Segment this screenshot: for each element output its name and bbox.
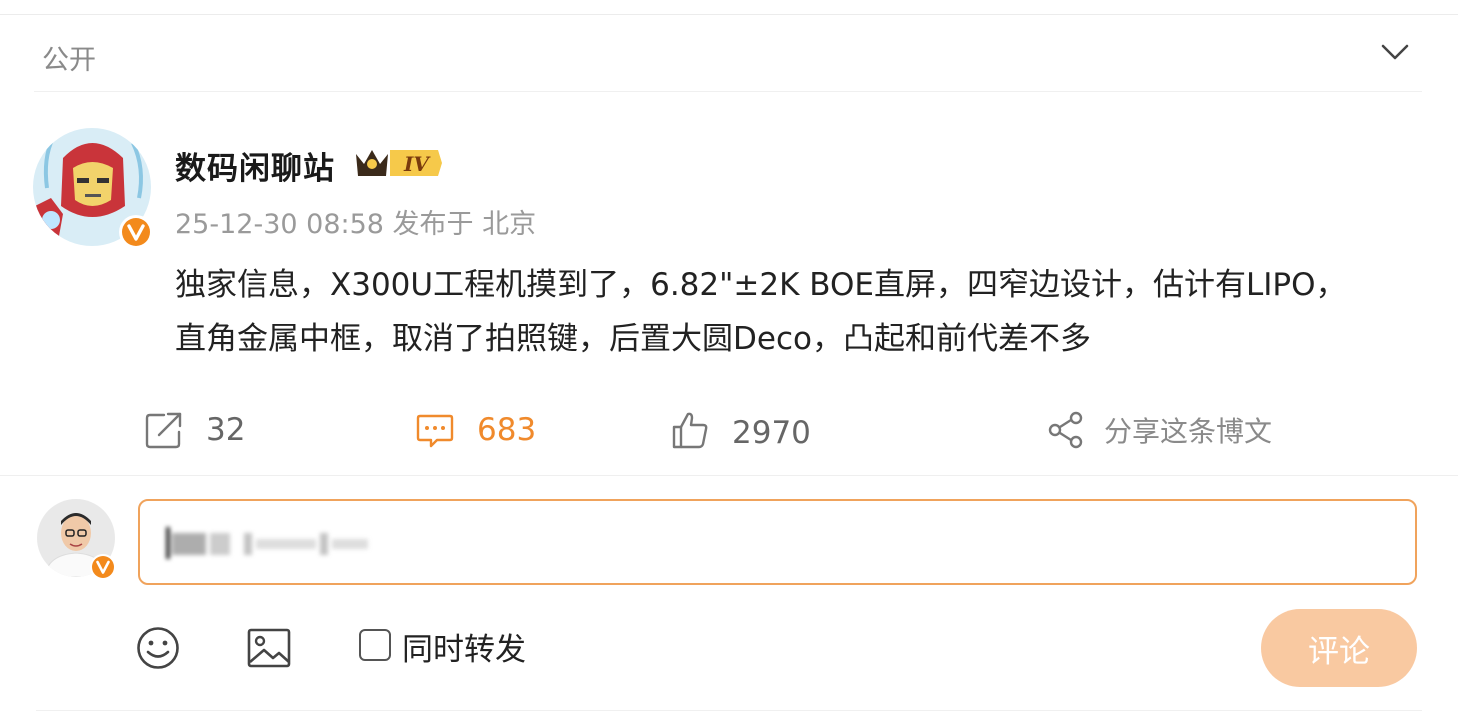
like-icon	[672, 412, 708, 449]
vip-crown-icon[interactable]: IV	[352, 144, 444, 182]
bottom-divider	[36, 710, 1422, 711]
post-timestamp[interactable]: 25-12-30 08:58	[175, 209, 384, 240]
share-icon	[1048, 411, 1083, 449]
post-meta: 25-12-30 08:58 发布于 北京	[175, 202, 536, 241]
like-count: 2970	[732, 415, 811, 451]
verified-badge-icon	[90, 554, 116, 580]
verified-badge-icon	[119, 215, 153, 249]
share-label: 分享这条博文	[1104, 415, 1273, 448]
like-button[interactable]: 2970	[670, 395, 811, 465]
author-name[interactable]: 数码闲聊站	[175, 143, 335, 188]
redacted-draft-text	[166, 527, 368, 559]
repost-icon	[145, 412, 182, 449]
chevron-down-icon[interactable]	[1380, 42, 1410, 62]
comment-box[interactable]	[138, 499, 1417, 585]
svg-text:IV: IV	[403, 152, 431, 176]
top-divider	[0, 14, 1458, 15]
comment-button[interactable]: 683	[415, 395, 536, 465]
visibility-selector[interactable]: 公开	[34, 18, 1422, 92]
post-location: 北京	[482, 209, 537, 240]
comment-icon	[416, 414, 454, 448]
submit-comment-button[interactable]: 评论	[1261, 609, 1417, 687]
post-text: 独家信息，X300U工程机摸到了，6.82"±2K BOE直屏，四窄边设计，估计…	[175, 267, 1347, 357]
visibility-label: 公开	[42, 45, 96, 76]
sync-repost-checkbox[interactable]	[359, 629, 391, 661]
post-actions: 32 683 2970 分享这条博文	[0, 395, 1458, 465]
section-divider	[0, 475, 1458, 476]
comment-count: 683	[477, 412, 537, 448]
image-icon[interactable]	[246, 626, 292, 670]
share-button[interactable]: 分享这条博文	[1046, 395, 1272, 465]
repost-button[interactable]: 32	[144, 395, 245, 465]
sync-repost-label[interactable]: 同时转发	[402, 624, 526, 669]
repost-count: 32	[206, 412, 246, 448]
post-location-prefix: 发布于	[392, 209, 474, 240]
emoji-icon[interactable]	[136, 626, 180, 670]
